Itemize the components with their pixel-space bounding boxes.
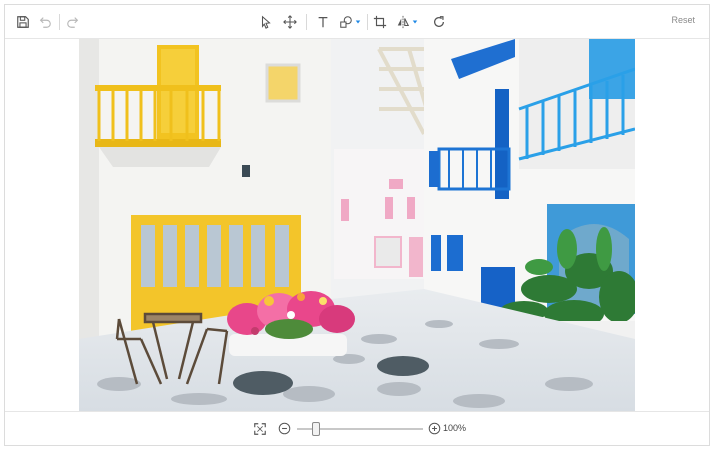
- zoom-level: 100%: [443, 423, 467, 433]
- redo-button[interactable]: [63, 12, 83, 32]
- toolbar-divider: [59, 14, 60, 30]
- redo-icon: [67, 17, 79, 28]
- photo-image: [79, 39, 635, 411]
- text-icon: [318, 17, 328, 28]
- flip-icon: [397, 15, 410, 29]
- shapes-icon: [340, 16, 352, 28]
- save-icon: [17, 16, 29, 28]
- undo-button[interactable]: [35, 12, 55, 32]
- reset-button[interactable]: Reset: [671, 15, 695, 25]
- move-icon: [283, 15, 297, 29]
- crop-tool-button[interactable]: [370, 12, 390, 32]
- pointer-icon: [261, 15, 271, 29]
- fit-screen-icon[interactable]: [253, 422, 267, 436]
- pan-tool-button[interactable]: [280, 12, 300, 32]
- zoom-out-icon[interactable]: [278, 422, 291, 435]
- chevron-down-icon: [355, 20, 361, 24]
- undo-icon: [39, 17, 51, 28]
- toolbar-divider: [306, 14, 307, 30]
- shapes-tool-button[interactable]: [337, 12, 363, 32]
- image-editor: Reset 100%: [4, 4, 710, 446]
- flip-tool-button[interactable]: [394, 12, 420, 32]
- zoom-in-icon[interactable]: [428, 422, 441, 435]
- rotate-icon: [434, 16, 444, 27]
- toolbar-divider: [367, 14, 368, 30]
- editor-canvas[interactable]: [5, 39, 709, 411]
- photo-santorini-street[interactable]: [79, 39, 635, 411]
- zoom-slider-handle[interactable]: [311, 422, 320, 436]
- crop-icon: [373, 15, 387, 29]
- toolbar: Reset: [5, 5, 709, 39]
- select-tool-button[interactable]: [256, 12, 276, 32]
- text-tool-button[interactable]: [313, 12, 333, 32]
- zoom-bar: 100%: [5, 411, 709, 445]
- rotate-button[interactable]: [429, 12, 449, 32]
- chevron-down-icon: [412, 20, 418, 24]
- save-button[interactable]: [13, 12, 33, 32]
